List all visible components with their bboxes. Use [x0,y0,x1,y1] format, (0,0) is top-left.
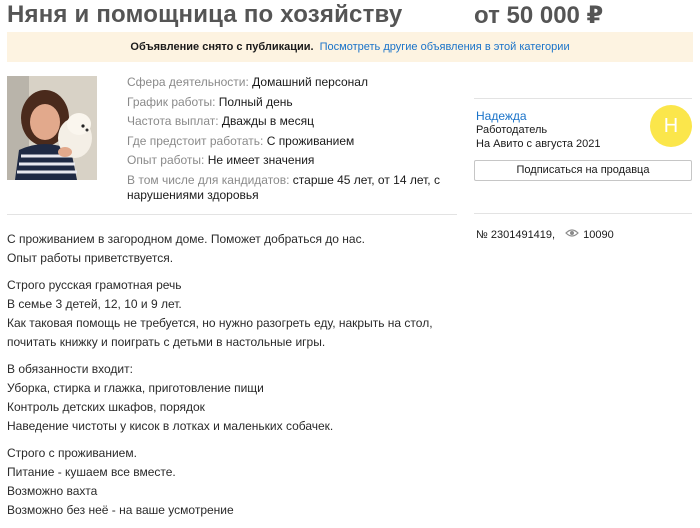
description-line: Наведение чистоты у кисок в лотках и мал… [7,419,334,433]
price: от 50 000 ₽ [474,2,604,29]
ad-number: № 2301491419, [476,228,556,241]
description-paragraph: Строго русская грамотная речь В семье 3 … [7,276,457,352]
listing-photo-image [7,76,97,180]
description-line: С проживанием в загородном доме. Поможет… [7,232,365,246]
description-line: Контроль детских шкафов, порядок [7,400,205,414]
param-row: Опыт работы: Не имеет значения [127,153,315,168]
description-paragraph: В обязанности входит: Уборка, стирка и г… [7,360,457,436]
description-line: Возможно без неё - на ваше усмотрение [7,503,234,517]
param-row: Сфера деятельности: Домашний персонал [127,75,368,89]
description-line: Строго русская грамотная речь [7,278,182,292]
description-line: Опыт работы приветствуется. [7,251,174,265]
views-count: 10090 [583,228,614,241]
page-title: Няня и помощница по хозяйству [7,1,403,28]
seller-since: На Авито с августа 2021 [476,138,601,150]
param-row: Частота выплат: Дважды в месяц [127,114,314,129]
description-line: Возможно вахта [7,484,98,498]
description-line: В обязанности входит: [7,362,133,376]
description-paragraph: С проживанием в загородном доме. Поможет… [7,230,457,268]
description-line: Питание - кушаем все вместе. [7,465,176,479]
removed-notice-banner: Объявление снято с публикации. Посмотрет… [7,32,693,62]
removed-notice-text: Объявление снято с публикации. [130,41,314,53]
description-line: Как таковая помощь не требуется, но нужн… [7,316,433,349]
listing-description: С проживанием в загородном доме. Поможет… [7,230,457,528]
subscribe-seller-button[interactable]: Подписаться на продавца [474,160,692,181]
ad-meta: № 2301491419, 10090 [476,228,614,241]
listing-photo[interactable] [7,76,97,180]
main-divider [7,214,457,215]
description-line: Уборка, стирка и глажка, приготовление п… [7,381,264,395]
seller-name-link[interactable]: Надежда [476,109,527,123]
seller-avatar[interactable]: Н [650,105,692,147]
eye-icon [565,228,579,241]
param-row: График работы: Полный день [127,94,293,109]
description-line: В семье 3 детей, 12, 10 и 9 лет. [7,297,182,311]
description-paragraph: Строго с проживанием. Питание - кушаем в… [7,444,457,520]
seller-role: Работодатель [476,124,548,136]
description-line: Строго с проживанием. [7,446,137,460]
seller-divider-top [474,98,692,99]
param-row: В том числе для кандидатов: старше 45 ле… [127,172,440,203]
other-ads-link[interactable]: Посмотреть другие объявления в этой кате… [320,41,570,53]
param-row: Где предстоит работать: С проживанием [127,133,355,148]
seller-divider-bottom [474,213,692,214]
listing-params: Сфера деятельности: Домашний персонал Гр… [127,73,457,204]
